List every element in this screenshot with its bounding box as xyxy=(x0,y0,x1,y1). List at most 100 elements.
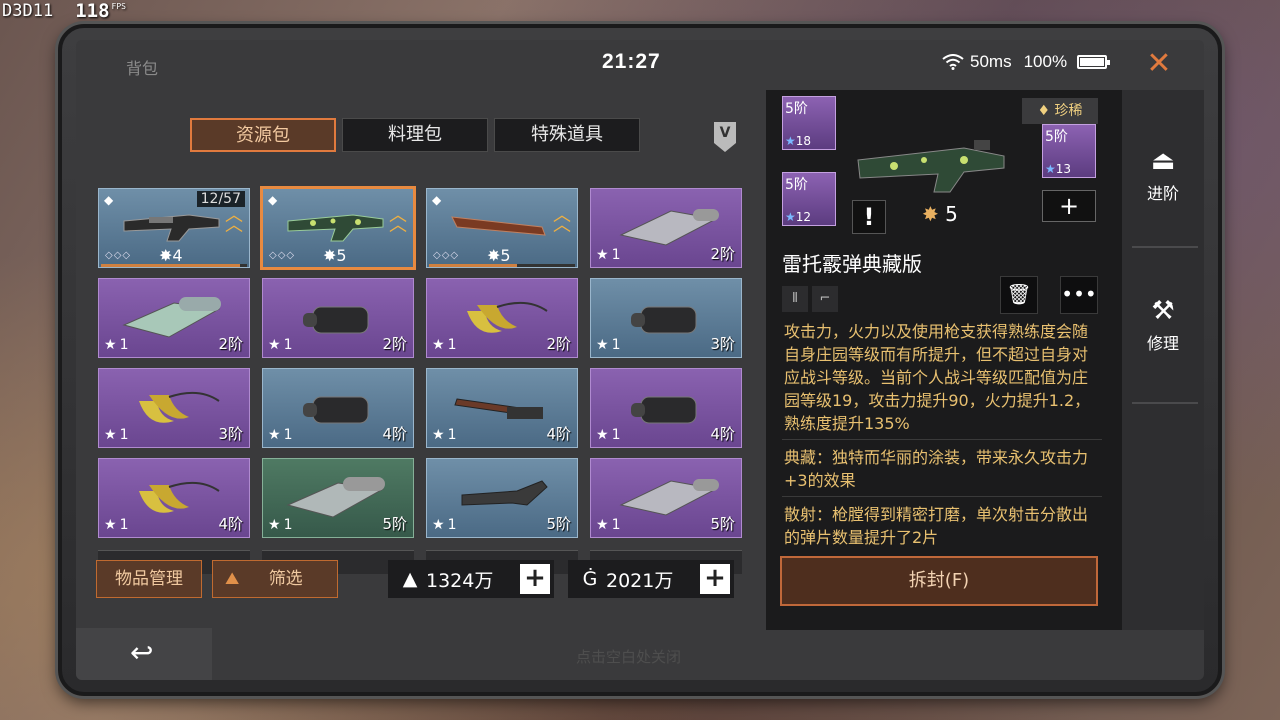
tier-label: 3阶 xyxy=(218,425,243,443)
tier-label: 2阶 xyxy=(218,335,243,353)
mod-slot[interactable]: 5阶 ★12 xyxy=(782,172,836,226)
back-button-area: ↩ xyxy=(76,628,212,680)
item-slot[interactable]: ★ 1 3阶 xyxy=(98,368,250,448)
back-icon[interactable]: ↩ xyxy=(130,636,153,669)
coin-amount: 2021万 xyxy=(606,569,674,592)
item-slot[interactable]: ★ 1 4阶 xyxy=(590,368,742,448)
category-tabs: 资源包 料理包 特殊道具 xyxy=(190,118,640,152)
tab-special-items[interactable]: 特殊道具 xyxy=(494,118,640,152)
star-rating: ★ 1 xyxy=(268,337,293,353)
status-bar: 背包 21:27 50ms 100% ✕ xyxy=(76,40,1204,90)
tier-label: 5阶 xyxy=(382,515,407,533)
add-parts-button[interactable]: + xyxy=(520,564,550,594)
gun-mat-roll-image xyxy=(619,209,719,246)
divider xyxy=(1132,246,1198,248)
ping-value: 50ms xyxy=(970,52,1012,71)
item-slot-selected[interactable]: ◆ ︿ ︿ ◇◇◇ ✸5 xyxy=(260,186,416,270)
quality-dots: ◇◇◇ xyxy=(269,250,296,261)
fps-unit: FPS xyxy=(111,1,126,11)
item-slot[interactable]: ★ 1 2阶 xyxy=(590,188,742,268)
tab-resource-pack[interactable]: 资源包 xyxy=(190,118,336,152)
spread-description: 散射：枪膛得到精密打磨，单次射击分散出的弹片数量提升了2片 xyxy=(782,503,1102,546)
backpack-screen: 背包 21:27 50ms 100% ✕ 资源包 料理包 特殊道具 V ◆ 12… xyxy=(76,40,1204,680)
quality-dots: ◇◇◇ xyxy=(433,250,460,261)
muzzle-attachment-image xyxy=(631,306,697,334)
item-slot[interactable]: ◆ 12/57 ︿ ︿ ◇◇◇ ✸4 xyxy=(98,188,250,268)
tassel-charm-image xyxy=(139,391,220,423)
weapon-level: ✸ 5 xyxy=(922,202,958,226)
filter-button[interactable]: ⛰ 筛选 xyxy=(212,560,338,598)
add-coins-button[interactable]: + xyxy=(700,564,730,594)
gun-mat-roll-image xyxy=(619,479,719,516)
item-slot[interactable]: ◆ ︿ ︿ ◇◇◇ ✸5 xyxy=(426,188,578,268)
battery-icon xyxy=(1077,55,1111,69)
item-slot[interactable]: ★ 1 2阶 xyxy=(426,278,578,358)
vip-badge-icon[interactable]: V xyxy=(714,122,736,152)
item-slot[interactable]: ★ 1 5阶 xyxy=(426,458,578,538)
rank-up-icon: ︿ ︿ xyxy=(389,205,407,236)
item-slot[interactable]: ★ 1 5阶 xyxy=(262,458,414,538)
item-slot[interactable]: ★ 1 3阶 xyxy=(590,278,742,358)
star-rating: ★ 1 xyxy=(268,427,293,443)
quality-dots: ◇◇◇ xyxy=(105,250,132,261)
close-button[interactable]: ✕ xyxy=(1144,46,1174,81)
tier-label: 3阶 xyxy=(710,335,735,353)
fps-value: 118 xyxy=(75,0,110,22)
weapon-name: 雷托霰弹典藏版 xyxy=(782,252,922,276)
tassel-charm-image xyxy=(139,481,220,513)
tier-label: 4阶 xyxy=(382,425,407,443)
gun-mat-roll-image xyxy=(286,477,385,518)
rank-up-icon: ︿ ︿ xyxy=(225,205,243,236)
collection-description: 典藏：独特而华丽的涂装，带来永久攻击力+3的效果 xyxy=(782,446,1102,497)
item-slot[interactable]: ★ 1 2阶 xyxy=(262,278,414,358)
durability-bar xyxy=(101,264,247,267)
gun-mat-roll-image xyxy=(122,297,221,338)
filter-label: 筛选 xyxy=(268,569,303,589)
star-rating: ★ 1 xyxy=(432,337,457,353)
coin-icon: Ġ xyxy=(582,568,598,590)
item-slot[interactable]: ★ 1 4阶 xyxy=(98,458,250,538)
repair-button[interactable]: ⚒ 修理 xyxy=(1122,296,1204,354)
alert-button[interactable]: ! xyxy=(852,200,886,234)
star-rating: ★ 1 xyxy=(596,517,621,533)
parts-amount: 1324万 xyxy=(426,569,494,592)
upgrade-button[interactable]: ⏏ 进阶 xyxy=(1122,146,1204,204)
item-slot[interactable]: ★ 1 5阶 xyxy=(590,458,742,538)
repair-icon: ⚒ xyxy=(1151,296,1175,326)
rarity-badge: ♦ 珍稀 xyxy=(1022,98,1098,124)
gun-type-icon: ⌐ xyxy=(812,286,838,312)
item-management-button[interactable]: 物品管理 xyxy=(96,560,202,598)
more-options-button[interactable]: ••• xyxy=(1060,276,1098,314)
rank-up-icon: ︿ ︿ xyxy=(553,205,571,236)
weapon-type-icons: ⦀ ⌐ xyxy=(782,286,838,312)
tier-label: 5阶 xyxy=(710,515,735,533)
muzzle-attachment-image xyxy=(303,396,369,424)
item-detail-panel: 5阶 ★18 5阶 ★12 5阶 ★13 ♦ 珍稀 ! ✸ 5 + 雷托霰弹典藏… xyxy=(766,90,1122,630)
mod-slot[interactable]: 5阶 ★13 xyxy=(1042,124,1096,178)
star-rating: ★ 1 xyxy=(104,337,129,353)
star-rating: ★ 1 xyxy=(104,427,129,443)
item-slot[interactable]: ★ 1 4阶 xyxy=(426,368,578,448)
weapon-level: ✸4 xyxy=(159,246,183,265)
upgrade-icon: ⏏ xyxy=(1150,146,1176,176)
mod-slot[interactable]: 5阶 ★18 xyxy=(782,96,836,150)
item-slot[interactable]: ★ 1 4阶 xyxy=(262,368,414,448)
fps-overlay: D3D11 118 FPS xyxy=(0,0,126,22)
trash-icon[interactable]: 🗑 xyxy=(1000,276,1038,314)
inventory-footer: 物品管理 ⛰ 筛选 ▲ 1324万 + Ġ 2021万 + xyxy=(96,560,756,600)
clock: 21:27 xyxy=(602,50,661,73)
rifle-stock-image xyxy=(451,216,546,236)
star-rating: ★ 1 xyxy=(596,247,621,263)
tab-food-pack[interactable]: 料理包 xyxy=(342,118,488,152)
tier-label: 4阶 xyxy=(546,425,571,443)
unseal-button[interactable]: 拆封(F) xyxy=(780,556,1098,606)
star-rating: ★ 1 xyxy=(104,517,129,533)
muzzle-attachment-image xyxy=(303,306,369,334)
item-slot[interactable]: ★ 1 2阶 xyxy=(98,278,250,358)
add-mod-button[interactable]: + xyxy=(1042,190,1096,222)
weapon-preview-image xyxy=(857,140,1005,193)
weapon-description: 攻击力，火力以及使用枪支获得熟练度会随自身庄园等级而有所提升，但不超过自身对应战… xyxy=(782,320,1102,546)
star-rating: ★ 1 xyxy=(596,427,621,443)
diamond-icon: ◆ xyxy=(104,193,114,207)
star-rating: ★ 1 xyxy=(596,337,621,353)
